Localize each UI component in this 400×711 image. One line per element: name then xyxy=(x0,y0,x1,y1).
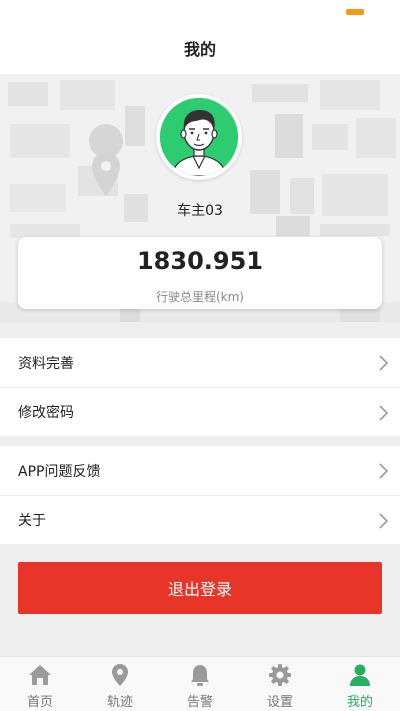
logout-label: 退出登录 xyxy=(167,580,232,599)
profile-header: 车主03 1830.951 行驶总里程(km) xyxy=(0,74,400,322)
menu-item-label: 关于 xyxy=(18,513,46,529)
tab-alarm[interactable]: 告警 xyxy=(160,657,240,711)
menu-item-change-password[interactable]: 修改密码 xyxy=(0,387,400,436)
location-pin-icon xyxy=(112,664,128,686)
menu-item-label: 资料完善 xyxy=(18,355,74,372)
home-icon xyxy=(29,665,51,685)
menu-item-label: 修改密码 xyxy=(18,405,74,421)
menu-section-account: 资料完善 修改密码 xyxy=(0,338,400,436)
chevron-right-icon xyxy=(379,463,389,479)
page-title: 我的 xyxy=(183,40,216,59)
tab-mine[interactable]: 我的 xyxy=(320,657,400,711)
battery-icon xyxy=(346,9,364,15)
chevron-right-icon xyxy=(379,513,389,529)
nav-bar: 我的 xyxy=(0,22,400,74)
menu-section-app: APP问题反馈 关于 xyxy=(0,446,400,544)
tab-track[interactable]: 轨迹 xyxy=(80,657,160,711)
menu-item-profile-completion[interactable]: 资料完善 xyxy=(0,338,400,387)
menu-item-about[interactable]: 关于 xyxy=(0,495,400,544)
menu-item-app-feedback[interactable]: APP问题反馈 xyxy=(0,446,400,495)
tab-label: 轨迹 xyxy=(106,695,133,710)
bottom-tab-bar: 首页 轨迹 告警 设置 我的 xyxy=(0,656,400,711)
tab-label: 我的 xyxy=(346,695,373,710)
chevron-right-icon xyxy=(379,355,389,371)
tab-settings[interactable]: 设置 xyxy=(240,657,320,711)
logout-button[interactable]: 退出登录 xyxy=(18,562,382,614)
bell-icon xyxy=(191,665,209,686)
tab-home[interactable]: 首页 xyxy=(0,657,80,711)
mileage-label: 行驶总里程(km) xyxy=(155,290,244,304)
driver-avatar-icon xyxy=(160,98,238,176)
tab-label: 首页 xyxy=(26,695,53,710)
gear-icon xyxy=(269,664,291,686)
mileage-value: 1830.951 xyxy=(136,247,263,275)
avatar[interactable] xyxy=(156,94,242,180)
menu-item-label: APP问题反馈 xyxy=(18,463,101,480)
status-bar xyxy=(0,0,400,22)
username: 车主03 xyxy=(177,203,223,219)
chevron-right-icon xyxy=(379,405,389,421)
user-icon xyxy=(350,664,370,686)
tab-label: 设置 xyxy=(266,695,293,710)
mileage-card: 1830.951 行驶总里程(km) xyxy=(18,237,382,309)
tab-label: 告警 xyxy=(186,695,213,710)
